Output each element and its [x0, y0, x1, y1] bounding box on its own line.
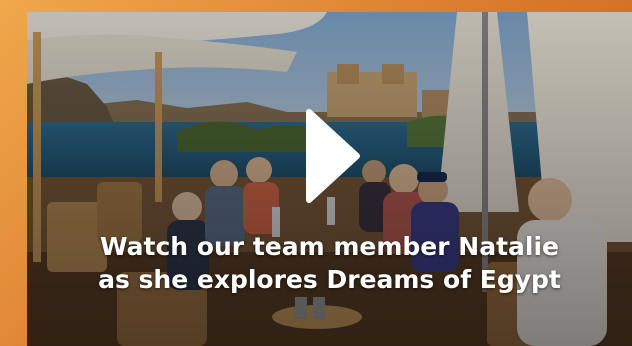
caption-line-2: as she explores Dreams of Egypt	[98, 265, 561, 294]
caption-line-1: Watch our team member Natalie	[99, 232, 559, 261]
video-caption: Watch our team member Natalie as she exp…	[27, 230, 632, 296]
play-icon	[306, 109, 360, 203]
play-button[interactable]	[305, 108, 361, 204]
video-thumbnail[interactable]: Watch our team member Natalie as she exp…	[27, 12, 632, 346]
